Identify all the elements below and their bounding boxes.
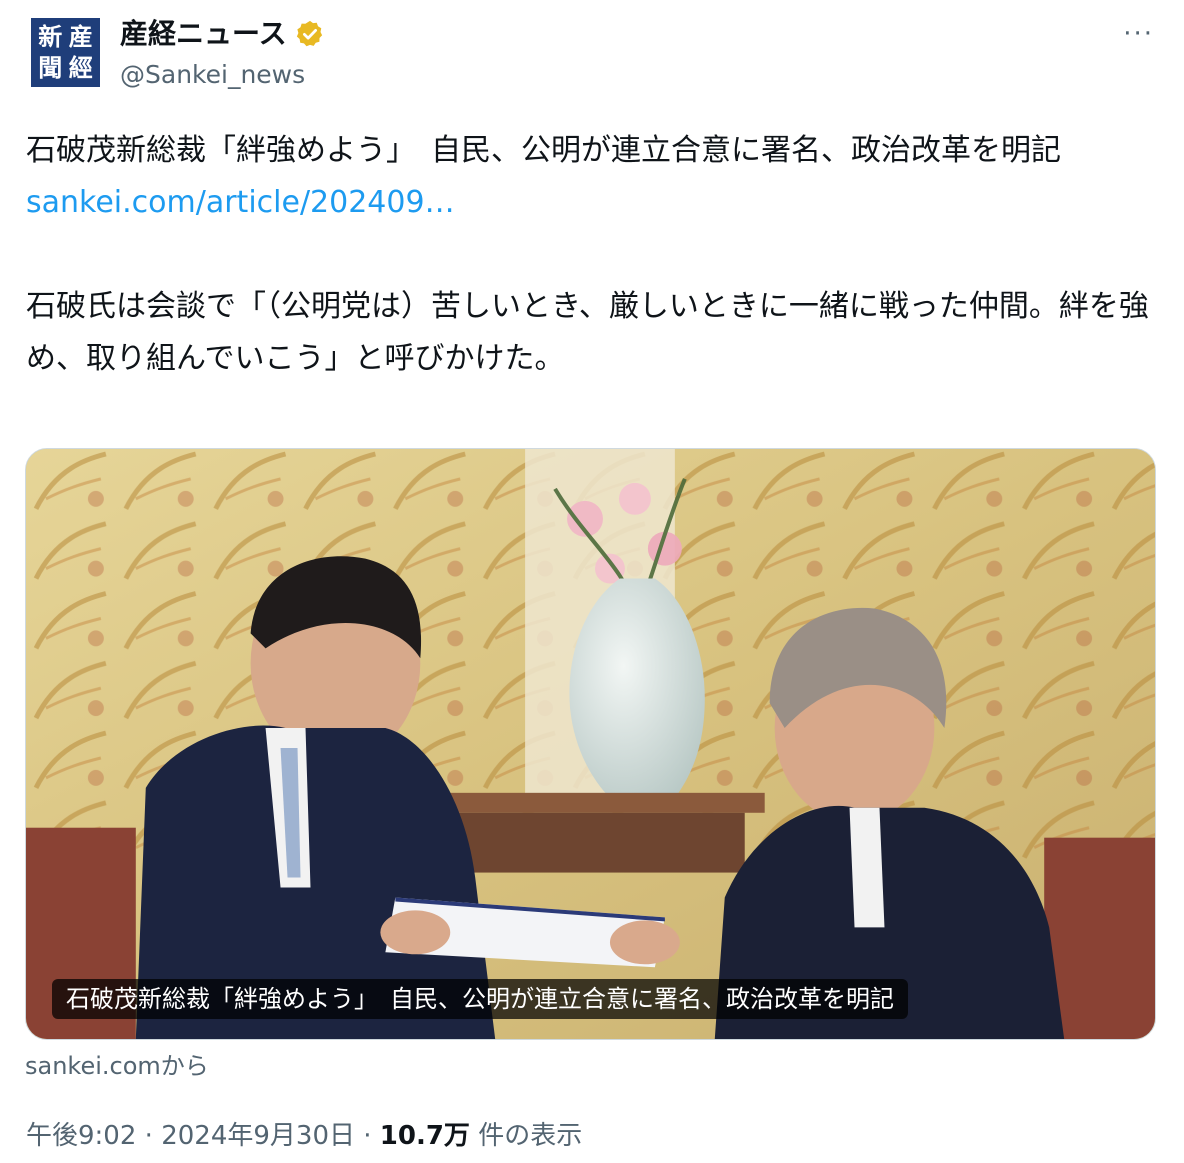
tweet-meta: 午後9:02 · 2024年9月30日 · 10.7万 件の表示	[26, 1118, 582, 1154]
tweet-time[interactable]: 午後9:02	[26, 1121, 136, 1151]
more-options-icon[interactable]: ···	[1123, 16, 1154, 52]
avatar[interactable]: 新 産 聞 經	[31, 18, 100, 87]
avatar-glyph: 新	[38, 22, 63, 52]
display-name[interactable]: 産経ニュース	[120, 16, 287, 52]
avatar-glyph: 經	[68, 52, 93, 82]
views-count[interactable]: 10.7万	[380, 1121, 470, 1151]
meta-separator: ·	[363, 1121, 372, 1151]
verified-badge-icon	[296, 20, 322, 47]
card-source[interactable]: sankei.comから	[25, 1050, 209, 1082]
meta-separator: ·	[144, 1121, 153, 1151]
link-card[interactable]: 石破茂新総裁「絆強めよう」 自民、公明が連立合意に署名、政治改革を明記	[25, 448, 1156, 1040]
tweet-text: 石破茂新総裁「絆強めよう」 自民、公明が連立合意に署名、政治改革を明記 sank…	[26, 125, 1158, 385]
article-photo	[26, 449, 1155, 1039]
tweet-date[interactable]: 2024年9月30日	[161, 1121, 355, 1151]
author-name-row: 産経ニュース	[120, 16, 325, 52]
article-link[interactable]: sankei.com/article/202409…	[26, 185, 455, 220]
avatar-glyph: 産	[68, 22, 93, 52]
author-handle[interactable]: @Sankei_news	[120, 58, 305, 92]
avatar-glyph: 聞	[38, 52, 63, 82]
tweet-body: 石破氏は会談で「（公明党は）苦しいとき、厳しいときに一緒に戦った仲間。絆を強め、…	[26, 289, 1149, 376]
tweet-headline: 石破茂新総裁「絆強めよう」 自民、公明が連立合意に署名、政治改革を明記	[26, 133, 1061, 168]
views-label: 件の表示	[478, 1121, 583, 1151]
card-title: 石破茂新総裁「絆強めよう」 自民、公明が連立合意に署名、政治改革を明記	[52, 979, 908, 1019]
